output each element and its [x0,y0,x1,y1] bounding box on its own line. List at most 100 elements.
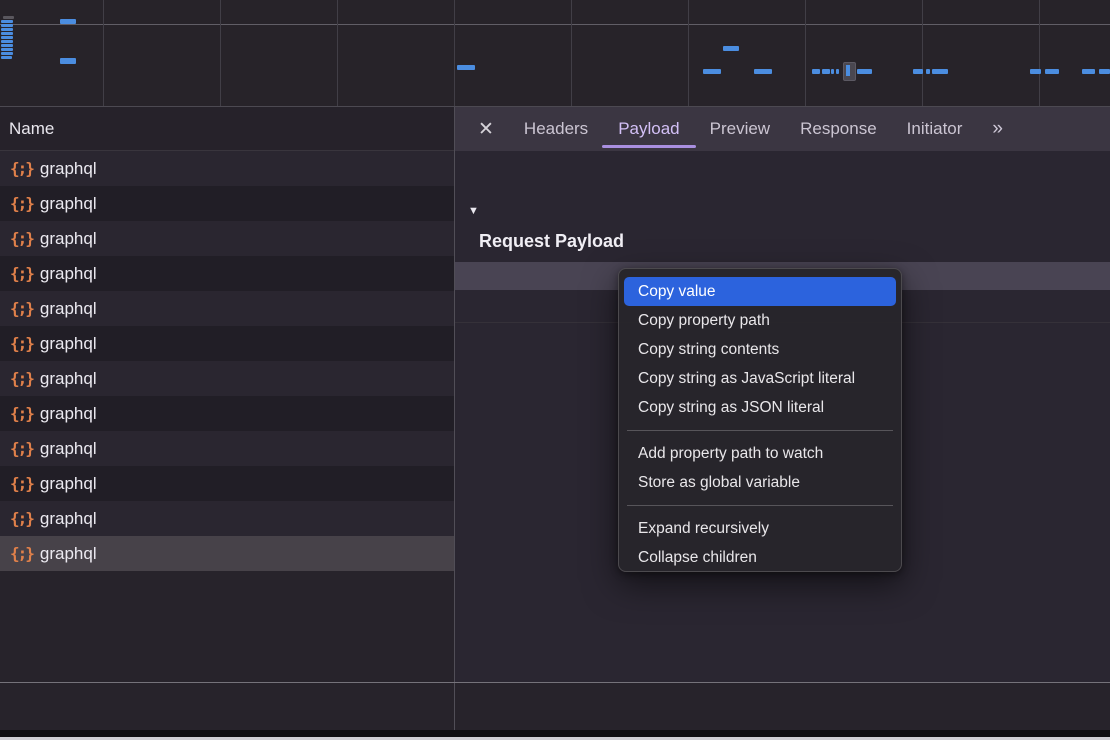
overview-gridline [922,0,923,106]
request-name: graphql [40,404,97,424]
overview-request-bar [1,48,13,51]
overview-request-bar [822,69,830,74]
request-row[interactable]: {;} graphql [0,326,454,361]
json-braces-icon: {;} [10,229,33,248]
overview-request-bar [60,19,76,24]
menu-item-collapse-children[interactable]: Collapse children [624,543,896,572]
overview-request-bar [913,69,923,74]
json-braces-icon: {;} [10,544,33,563]
tabs-holder: Headers Payload Preview Response Initiator [524,107,962,151]
json-braces-icon: {;} [10,369,33,388]
menu-item-copy-string-as-json-literal[interactable]: Copy string as JSON literal [624,393,896,422]
overview-gridline [1039,0,1040,106]
json-braces-icon: {;} [10,194,33,213]
request-name: graphql [40,159,97,179]
overview-request-bar [1,44,13,47]
tab-payload[interactable]: Payload [618,107,679,151]
request-row[interactable]: {;} graphql [0,501,454,536]
network-overview[interactable] [0,0,1110,107]
tab-headers[interactable]: Headers [524,107,588,151]
menu-item-add-property-path-to-watch[interactable]: Add property path to watch [624,439,896,468]
overview-horizontal-gridline [0,24,1110,25]
request-row[interactable]: {;}graphql [0,256,454,291]
overview-request-bar [1,40,13,43]
overview-gridline [454,0,455,106]
overview-request-bar [1,24,13,27]
overview-request-bar [1,52,13,55]
overview-request-bar [1,32,13,35]
menu-item-copy-string-contents[interactable]: Copy string contents [624,335,896,364]
menu-item-copy-string-as-javascript-literal[interactable]: Copy string as JavaScript literal [624,364,896,393]
overview-request-bar [1082,69,1095,74]
tab-response[interactable]: Response [800,107,877,151]
menu-item-copy-value[interactable]: Copy value [624,277,896,306]
tab-preview[interactable]: Preview [710,107,770,151]
overview-gridline [337,0,338,106]
request-row[interactable]: {;}graphql [0,221,454,256]
devtools-network-panel: Name {;}graphql{;}graphql{;}graphql{;}gr… [0,0,1110,740]
request-name: graphql [40,194,97,214]
name-column-header[interactable]: Name [0,107,454,151]
overview-request-bar [703,69,721,74]
overview-request-bar-pending [3,16,14,19]
json-braces-icon: {;} [10,509,33,528]
overview-request-bar [1,36,13,39]
request-name: graphql [40,264,97,284]
menu-separator [619,497,901,514]
overview-request-bar [1030,69,1041,74]
overview-request-bar [1045,69,1059,74]
request-payload-header[interactable]: ▼ Request Payload view source [455,166,1110,196]
menu-separator [619,422,901,439]
close-icon[interactable]: ✕ [478,120,494,139]
detail-tab-bar: ✕ Headers Payload Preview Response Initiator… [455,107,1110,151]
request-row[interactable]: {;} graphql [0,431,454,466]
json-braces-icon: {;} [10,439,33,458]
request-name: graphql [40,509,97,529]
overview-gridline [103,0,104,106]
tab-initiator[interactable]: Initiator [907,107,963,151]
overview-request-bar [836,69,839,74]
overview-gridline [688,0,689,106]
request-row[interactable]: {;} graphql [0,536,454,571]
overview-request-bar [831,69,834,74]
overview-selected-bar [846,65,850,76]
overview-gridline [220,0,221,106]
payload-root-row[interactable]: ▼ {operationName: "ipFlowTimeseries", va… [455,206,1110,234]
request-name: graphql [40,334,97,354]
name-column-label: Name [9,119,54,139]
overview-gridline [805,0,806,106]
window-bottom-bar [0,730,1110,737]
request-row[interactable]: {;} graphql [0,361,454,396]
overview-gridline [571,0,572,106]
json-braces-icon: {;} [10,334,33,353]
overview-request-bar [812,69,820,74]
request-row[interactable]: {;}graphql [0,396,454,431]
json-braces-icon: {;} [10,159,33,178]
more-tabs-icon[interactable]: » [992,118,1001,140]
request-row[interactable]: {;}graphql [0,291,454,326]
menu-item-expand-recursively[interactable]: Expand recursively [624,514,896,543]
request-name: graphql [40,299,97,319]
context-menu: Copy valueCopy property pathCopy string … [618,268,902,572]
json-braces-icon: {;} [10,474,33,493]
request-list: {;} graphql {;} graphql {;} graphql {;} graphql… [0,151,454,571]
menu-item-copy-property-path[interactable]: Copy property path [624,306,896,335]
request-name: graphql [40,369,97,389]
overview-request-bar [60,58,76,64]
overview-selected-marker [843,62,856,81]
overview-request-bar [723,46,739,51]
request-row[interactable]: {;} graphql [0,186,454,221]
overview-request-bar [1,20,13,23]
overview-request-bar [1,28,13,31]
overview-request-bar [754,69,772,74]
request-list-panel: Name {;}graphql{;}graphql{;}graphql{;}gr… [0,107,454,740]
request-name: graphql [40,544,97,564]
request-row[interactable]: {;} graphql [0,151,454,186]
overview-request-bar [1,56,12,59]
request-row[interactable]: {;}graphql [0,466,454,501]
menu-item-store-as-global-variable[interactable]: Store as global variable [624,468,896,497]
operation-name-row[interactable]: operationName: "ipFlowTimeseries" [455,234,1110,262]
overview-request-bar [457,65,475,70]
overview-request-bar [1099,69,1110,74]
request-name: graphql [40,439,97,459]
